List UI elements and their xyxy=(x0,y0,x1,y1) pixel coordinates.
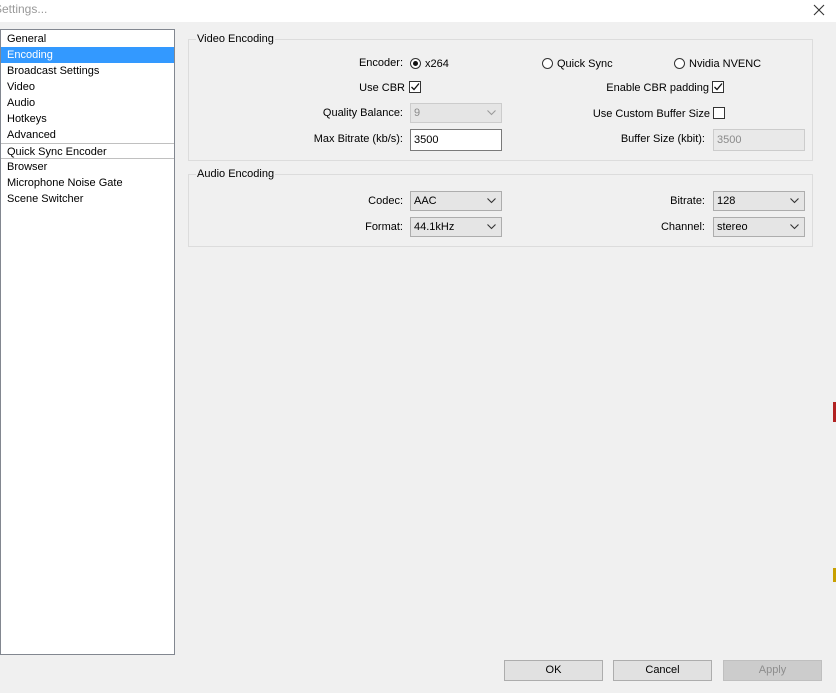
nav-item-scene-switcher[interactable]: Scene Switcher xyxy=(1,191,174,207)
format-select[interactable]: 44.1kHz xyxy=(410,217,502,237)
encoder-quick-sync-radio[interactable] xyxy=(542,58,553,69)
check-icon xyxy=(714,83,723,91)
format-value: 44.1kHz xyxy=(414,221,455,233)
nav-item-browser[interactable]: Browser xyxy=(1,159,174,175)
max-bitrate-value: 3500 xyxy=(414,134,439,146)
chevron-down-icon xyxy=(487,198,496,204)
max-bitrate-label: Max Bitrate (kb/s): xyxy=(313,133,403,145)
encoder-nvenc-radio[interactable] xyxy=(674,58,685,69)
use-cbr-label: Use CBR xyxy=(359,82,405,94)
codec-select[interactable]: AAC xyxy=(410,191,502,211)
chevron-down-icon xyxy=(487,224,496,230)
quality-balance-value: 9 xyxy=(414,107,421,119)
nav-item-general[interactable]: General xyxy=(1,31,174,47)
chevron-down-icon xyxy=(487,110,496,116)
check-icon xyxy=(411,83,420,91)
nav-item-quick-sync-encoder[interactable]: Quick Sync Encoder xyxy=(1,143,174,159)
buffer-size-input[interactable]: 3500 xyxy=(713,129,805,151)
nav-item-hotkeys[interactable]: Hotkeys xyxy=(1,111,174,127)
close-button[interactable] xyxy=(810,2,828,18)
chevron-down-icon xyxy=(790,198,799,204)
nav-item-microphone-noise-gate[interactable]: Microphone Noise Gate xyxy=(1,175,174,191)
encoder-label: Encoder: xyxy=(358,57,403,69)
codec-value: AAC xyxy=(414,195,437,207)
cancel-button[interactable]: Cancel xyxy=(613,660,712,681)
close-icon xyxy=(813,4,825,16)
buffer-size-value: 3500 xyxy=(717,134,742,146)
format-label: Format: xyxy=(365,221,403,233)
chevron-down-icon xyxy=(790,224,799,230)
encoder-nvenc-label[interactable]: Nvidia NVENC xyxy=(689,58,761,70)
use-cbr-checkbox[interactable] xyxy=(409,81,421,93)
encoder-quick-sync-label[interactable]: Quick Sync xyxy=(557,58,613,70)
apply-button[interactable]: Apply xyxy=(723,660,822,681)
video-encoding-title: Video Encoding xyxy=(196,33,275,45)
channel-select[interactable]: stereo xyxy=(713,217,805,237)
nav-item-advanced[interactable]: Advanced xyxy=(1,127,174,143)
channel-label: Channel: xyxy=(660,221,705,233)
quality-balance-select[interactable]: 9 xyxy=(410,103,502,123)
settings-category-list[interactable]: General Encoding Broadcast Settings Vide… xyxy=(0,29,175,655)
encoder-x264-label[interactable]: x264 xyxy=(425,58,449,70)
ok-button[interactable]: OK xyxy=(504,660,603,681)
enable-cbr-padding-label: Enable CBR padding xyxy=(606,82,709,94)
nav-item-audio[interactable]: Audio xyxy=(1,95,174,111)
bitrate-select[interactable]: 128 xyxy=(713,191,805,211)
max-bitrate-input[interactable]: 3500 xyxy=(410,129,502,151)
buffer-size-label: Buffer Size (kbit): xyxy=(620,133,705,145)
window-title: Settings... xyxy=(0,2,48,16)
enable-cbr-padding-checkbox[interactable] xyxy=(712,81,724,93)
quality-balance-label: Quality Balance: xyxy=(322,107,403,119)
title-bar: Settings... xyxy=(0,0,836,22)
channel-value: stereo xyxy=(717,221,748,233)
nav-item-video[interactable]: Video xyxy=(1,79,174,95)
nav-item-encoding[interactable]: Encoding xyxy=(1,47,174,63)
audio-encoding-title: Audio Encoding xyxy=(196,168,276,180)
codec-label: Codec: xyxy=(368,195,403,207)
bitrate-value: 128 xyxy=(717,195,736,207)
use-custom-buffer-label: Use Custom Buffer Size xyxy=(592,108,710,120)
bitrate-label: Bitrate: xyxy=(670,195,705,207)
nav-item-broadcast-settings[interactable]: Broadcast Settings xyxy=(1,63,174,79)
use-custom-buffer-checkbox[interactable] xyxy=(713,107,725,119)
encoder-x264-radio[interactable] xyxy=(410,58,421,69)
